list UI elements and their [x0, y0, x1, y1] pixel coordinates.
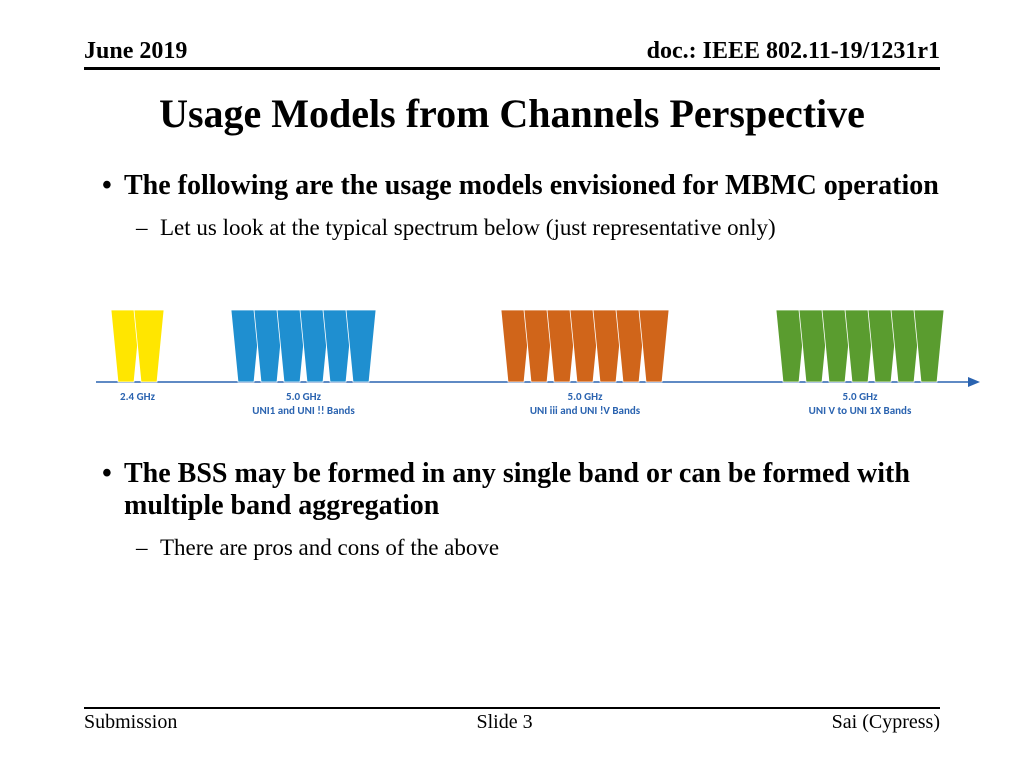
bullet-1-sub: Let us look at the typical spectrum belo… [96, 214, 940, 242]
band-group: 5.0 GHzUNI V to UNI 1X Bands [776, 310, 944, 417]
svg-text:UNI1 and UNI !! Bands: UNI1 and UNI !! Bands [252, 404, 355, 417]
channel-bar [134, 310, 164, 382]
spectrum-chart: 2.4 GHz5.0 GHzUNI1 and UNI !! Bands5.0 G… [96, 295, 980, 435]
footer-center: Slide 3 [476, 711, 532, 734]
bullet-group-1: The following are the usage models envis… [96, 170, 940, 242]
header-rule [84, 67, 940, 70]
channel-bar [914, 310, 944, 382]
header-doc: doc.: IEEE 802.11-19/1231r1 [647, 38, 940, 65]
bullet-2: The BSS may be formed in any single band… [96, 458, 940, 522]
page-title: Usage Models from Channels Perspective [0, 90, 1024, 137]
footer-right: Sai (Cypress) [832, 711, 940, 734]
channel-bar [639, 310, 669, 382]
channel-bar [346, 310, 376, 382]
svg-text:5.0 GHz: 5.0 GHz [286, 390, 322, 403]
svg-text:5.0 GHz: 5.0 GHz [568, 390, 604, 403]
svg-text:UNI V to UNI 1X Bands: UNI V to UNI 1X Bands [809, 404, 912, 417]
svg-text:UNI iii and UNI !V Bands: UNI iii and UNI !V Bands [530, 404, 641, 417]
header-date: June 2019 [84, 38, 187, 65]
slide-footer: Submission Slide 3 Sai (Cypress) [84, 707, 940, 734]
band-group: 5.0 GHzUNI1 and UNI !! Bands [231, 310, 376, 417]
bullet-group-2: The BSS may be formed in any single band… [96, 458, 940, 562]
band-group: 5.0 GHzUNI iii and UNI !V Bands [501, 310, 669, 417]
svg-text:2.4 GHz: 2.4 GHz [120, 390, 156, 403]
spectrum-svg: 2.4 GHz5.0 GHzUNI1 and UNI !! Bands5.0 G… [96, 295, 980, 435]
footer-left: Submission [84, 711, 177, 734]
slide-header: June 2019 doc.: IEEE 802.11-19/1231r1 [84, 38, 940, 70]
band-group: 2.4 GHz [111, 310, 164, 403]
svg-text:5.0 GHz: 5.0 GHz [843, 390, 879, 403]
bullet-2-sub: There are pros and cons of the above [96, 534, 940, 562]
bullet-1: The following are the usage models envis… [96, 170, 940, 202]
footer-rule [84, 707, 940, 709]
